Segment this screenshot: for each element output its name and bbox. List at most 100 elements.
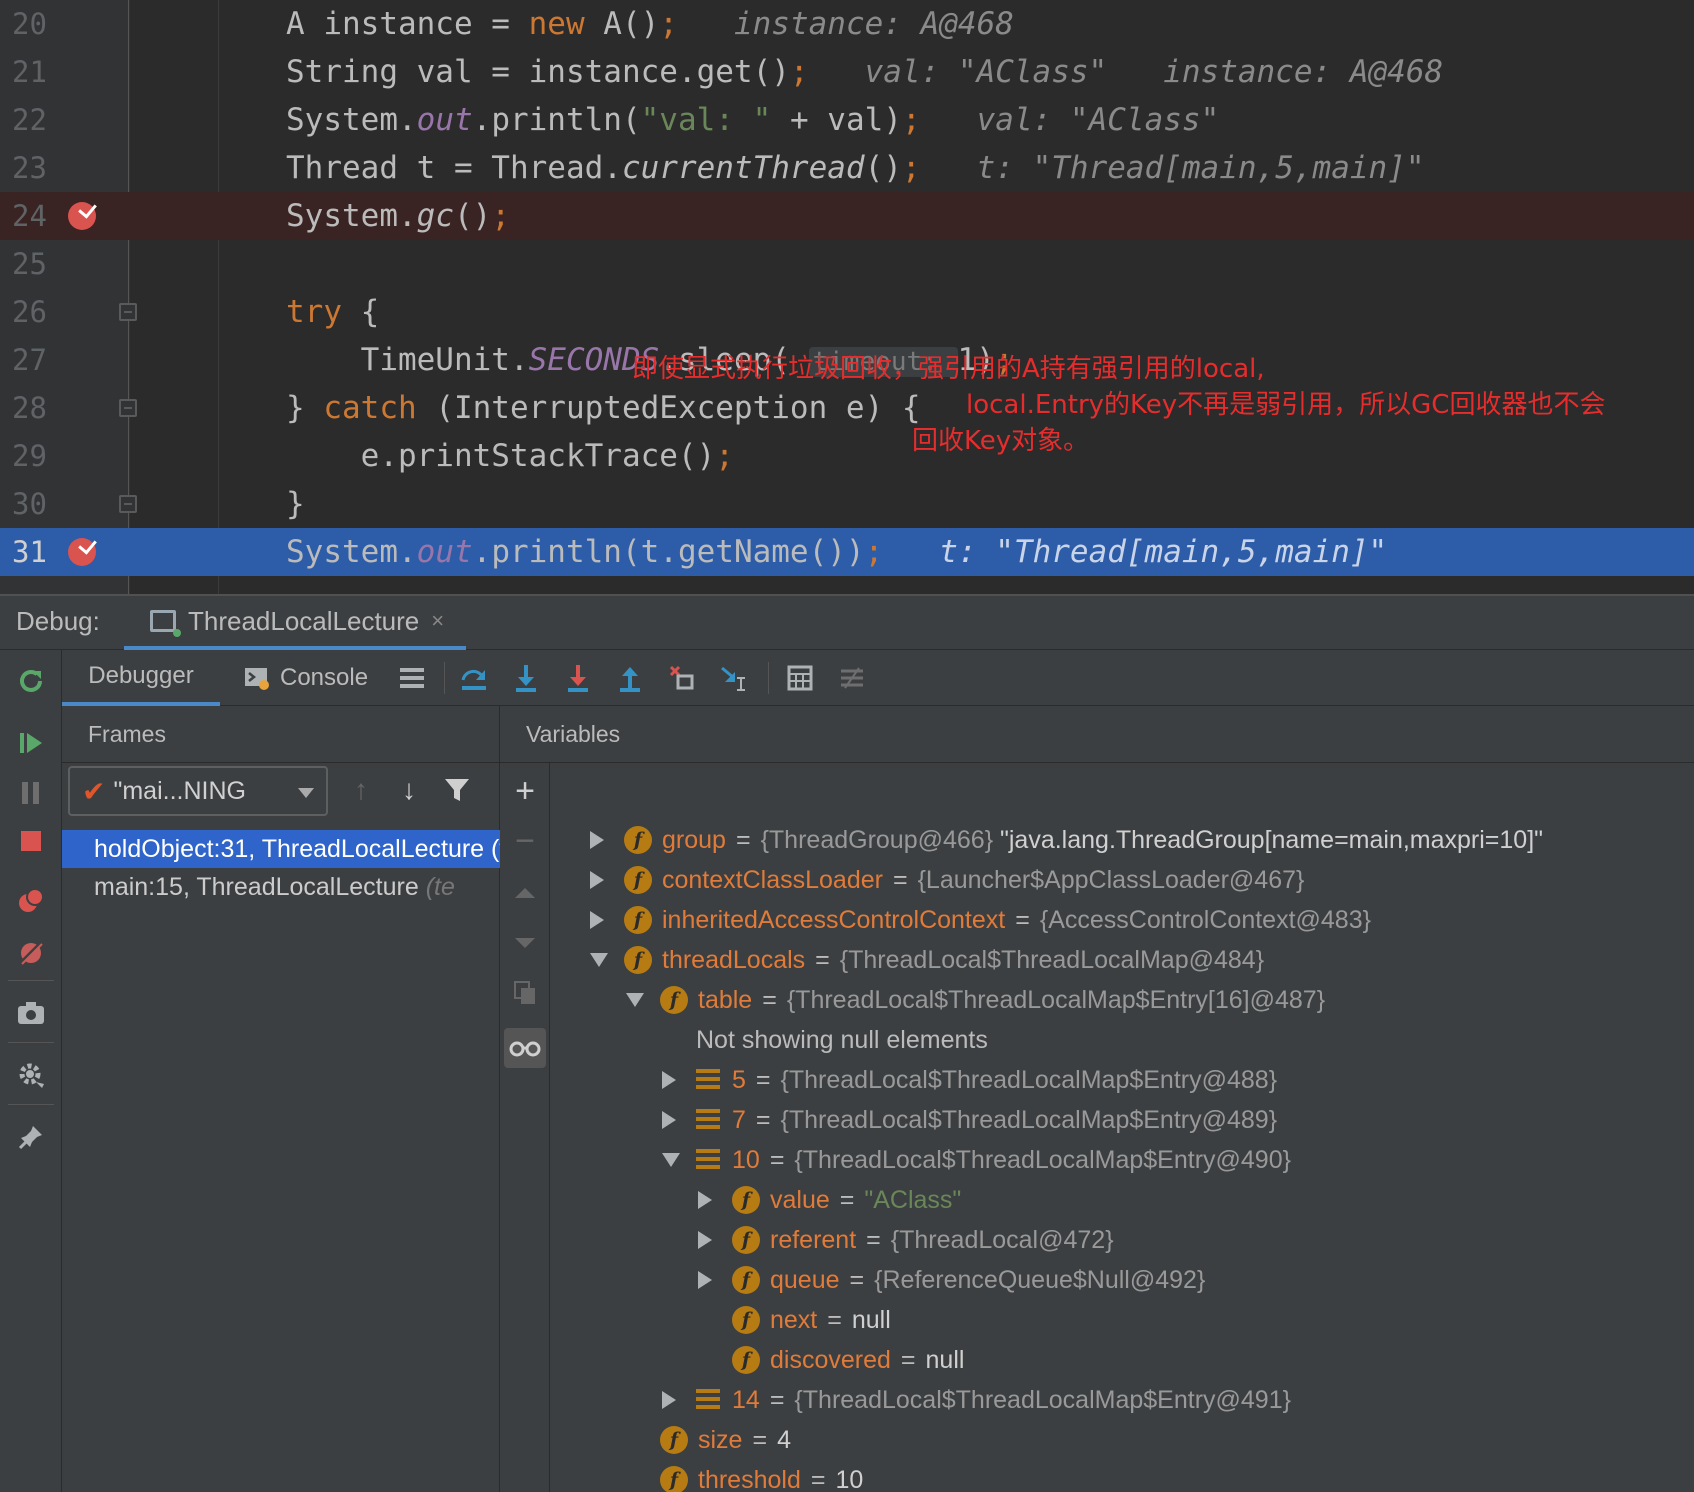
field-icon: f — [624, 946, 652, 974]
collapsed-triangle-icon[interactable] — [662, 1111, 676, 1129]
view-breakpoints-icon[interactable] — [14, 884, 48, 918]
line-number[interactable]: 30 — [12, 480, 62, 528]
close-icon[interactable]: × — [431, 608, 444, 634]
line-number[interactable]: 22 — [12, 96, 62, 144]
variable-row[interactable]: f group = {ThreadGroup@466} "java.lang.Thre… — [590, 820, 1543, 860]
field-icon: f — [624, 906, 652, 934]
move-down-icon[interactable] — [508, 926, 542, 960]
collapsed-triangle-icon[interactable] — [698, 1231, 712, 1249]
collapsed-triangle-icon[interactable] — [590, 871, 604, 889]
code-editor[interactable]: 20 A instance = new A(); instance: A@468 2… — [0, 0, 1694, 594]
rerun-icon[interactable] — [14, 664, 48, 698]
breakpoint-icon[interactable] — [68, 202, 96, 230]
remove-watch-icon[interactable]: − — [508, 822, 542, 860]
code-line[interactable]: 25 — [0, 240, 1694, 288]
duplicate-watch-icon[interactable] — [508, 976, 542, 1010]
arrow-down-icon[interactable]: ↓ — [392, 772, 426, 808]
collapsed-triangle-icon[interactable] — [662, 1071, 676, 1089]
variable-row[interactable]: f table = {ThreadLocal$ThreadLocalMap$Entry… — [626, 980, 1325, 1020]
code-line[interactable]: 24 System.gc(); — [0, 192, 1694, 240]
arrow-up-icon[interactable]: ↑ — [344, 772, 378, 808]
step-out-icon[interactable] — [614, 662, 646, 694]
code-line[interactable]: 20 A instance = new A(); instance: A@468 — [0, 0, 1694, 48]
line-number[interactable]: 25 — [12, 240, 62, 288]
collapsed-triangle-icon[interactable] — [698, 1191, 712, 1209]
evaluate-expression-icon[interactable] — [784, 662, 816, 694]
variable-type: {Launcher$AppClassLoader@467} — [917, 866, 1305, 894]
pin-icon[interactable] — [14, 1120, 48, 1154]
variable-row[interactable]: f contextClassLoader = {Launcher$AppClassLo… — [590, 860, 1304, 900]
filter-icon[interactable] — [440, 772, 474, 808]
line-number[interactable]: 24 — [12, 192, 62, 240]
breakpoint-icon[interactable] — [68, 538, 96, 566]
variable-row[interactable]: f next = null — [698, 1300, 891, 1340]
fold-toggle-icon[interactable] — [119, 399, 137, 417]
variable-row[interactable]: f referent = {ThreadLocal@472} — [698, 1220, 1114, 1260]
line-number[interactable]: 21 — [12, 48, 62, 96]
variable-row[interactable]: Not showing null elements — [662, 1020, 988, 1060]
variable-row[interactable]: f value = "AClass" — [698, 1180, 961, 1220]
tab-debugger[interactable]: Debugger — [62, 650, 220, 706]
variable-row[interactable]: 14 = {ThreadLocal$ThreadLocalMap$Entry@491… — [662, 1380, 1291, 1420]
code-line[interactable]: 31 System.out.println(t.getName()); t: "T… — [0, 528, 1694, 576]
line-number[interactable]: 27 — [12, 336, 62, 384]
array-element-icon — [696, 1149, 720, 1171]
force-step-into-icon[interactable] — [562, 662, 594, 694]
variable-row[interactable]: f inheritedAccessControlContext = {AccessCo… — [590, 900, 1371, 940]
mute-breakpoints-icon[interactable] — [14, 936, 48, 970]
variable-row[interactable]: f threadLocals = {ThreadLocal$ThreadLocalMa… — [590, 940, 1264, 980]
stop-icon[interactable] — [14, 824, 48, 858]
add-watch-icon[interactable]: + — [508, 772, 542, 810]
fold-toggle-icon[interactable] — [119, 495, 137, 513]
code-line[interactable]: 23 Thread t = Thread.currentThread(); t: … — [0, 144, 1694, 192]
code-line[interactable]: 30} — [0, 480, 1694, 528]
line-number[interactable]: 20 — [12, 0, 62, 48]
variable-value: 4 — [777, 1426, 791, 1454]
variable-name: group — [662, 826, 726, 854]
variable-row[interactable]: f size = 4 — [626, 1420, 791, 1460]
move-up-icon[interactable] — [508, 876, 542, 910]
collapsed-triangle-icon[interactable] — [698, 1271, 712, 1289]
drop-frame-icon[interactable] — [666, 662, 698, 694]
run-to-cursor-icon[interactable] — [718, 662, 750, 694]
code-line[interactable]: 26 try { — [0, 288, 1694, 336]
expanded-triangle-icon[interactable] — [626, 993, 644, 1007]
tab-debug-session[interactable]: ThreadLocalLecture × — [124, 596, 467, 650]
layout-menu-icon[interactable] — [396, 662, 428, 694]
thread-selector[interactable]: ✔ "mai...NING — [68, 766, 328, 816]
variable-row[interactable]: 7 = {ThreadLocal$ThreadLocalMap$Entry@489} — [662, 1100, 1277, 1140]
code-line[interactable]: 22 System.out.println("val: " + val); val… — [0, 96, 1694, 144]
line-number[interactable]: 23 — [12, 144, 62, 192]
frame-row-main[interactable]: main:15, ThreadLocalLecture (te — [62, 868, 500, 906]
collapsed-triangle-icon[interactable] — [662, 1391, 676, 1409]
collapsed-triangle-icon[interactable] — [590, 831, 604, 849]
variable-name: referent — [770, 1226, 857, 1254]
line-number[interactable]: 28 — [12, 384, 62, 432]
resume-icon[interactable] — [14, 726, 48, 760]
variable-row[interactable]: f threshold = 10 — [626, 1460, 863, 1492]
show-watches-glasses-icon[interactable] — [504, 1028, 546, 1068]
trace-stream-icon[interactable] — [836, 662, 868, 694]
step-over-icon[interactable] — [458, 662, 490, 694]
line-number[interactable]: 26 — [12, 288, 62, 336]
step-into-icon[interactable] — [510, 662, 542, 694]
frame-row-holdobject[interactable]: holdObject:31, ThreadLocalLecture (te — [62, 830, 500, 868]
expanded-triangle-icon[interactable] — [662, 1153, 680, 1167]
collapsed-triangle-icon[interactable] — [590, 911, 604, 929]
line-number[interactable]: 31 — [12, 528, 62, 576]
fold-toggle-icon[interactable] — [119, 303, 137, 321]
expanded-triangle-icon[interactable] — [590, 953, 608, 967]
equals-sign: = — [839, 1186, 855, 1214]
variable-row[interactable]: 10 = {ThreadLocal$ThreadLocalMap$Entry@490… — [662, 1140, 1291, 1180]
settings-gear-icon[interactable] — [14, 1058, 48, 1092]
variable-row[interactable]: 5 = {ThreadLocal$ThreadLocalMap$Entry@488} — [662, 1060, 1277, 1100]
variable-row[interactable]: f discovered = null — [698, 1340, 964, 1380]
tab-console[interactable]: Console — [244, 650, 368, 706]
variable-type: {ThreadLocal$ThreadLocalMap$Entry@488} — [780, 1066, 1278, 1094]
variable-row[interactable]: f queue = {ReferenceQueue$Null@492} — [698, 1260, 1205, 1300]
code-line[interactable]: 29 e.printStackTrace(); — [0, 432, 1694, 480]
line-number[interactable]: 29 — [12, 432, 62, 480]
camera-icon[interactable] — [14, 996, 48, 1030]
pause-icon[interactable] — [14, 776, 48, 810]
code-line[interactable]: 21 String val = instance.get(); val: "ACl… — [0, 48, 1694, 96]
